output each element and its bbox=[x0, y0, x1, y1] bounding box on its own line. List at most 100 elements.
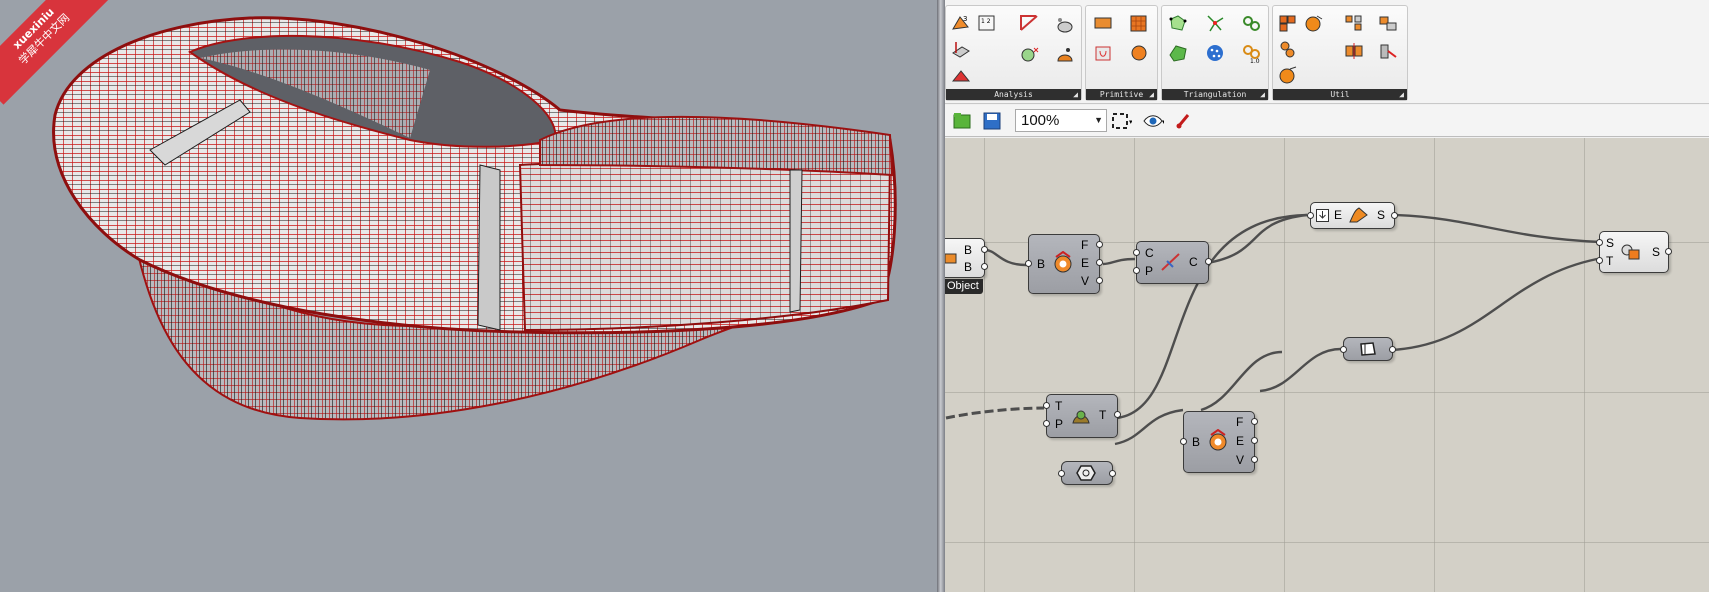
zoom-dropdown[interactable]: 100% ▼ bbox=[1015, 109, 1107, 132]
chain-icon[interactable] bbox=[1241, 12, 1263, 34]
output-grip[interactable] bbox=[1205, 258, 1212, 265]
output-grip[interactable] bbox=[1114, 411, 1121, 418]
input-port-b: B bbox=[1037, 257, 1046, 271]
point-cloud-icon[interactable] bbox=[1204, 42, 1226, 64]
split-surface-icon bbox=[1620, 242, 1644, 264]
angle-icon[interactable] bbox=[1018, 12, 1040, 34]
brep-param-component[interactable]: B B bbox=[945, 238, 988, 278]
orange-sphere-icon[interactable] bbox=[1303, 12, 1325, 34]
hull-icon[interactable] bbox=[1167, 42, 1189, 64]
input-grip[interactable] bbox=[1043, 402, 1050, 409]
output-grip[interactable] bbox=[1109, 470, 1116, 477]
output-grip[interactable] bbox=[981, 263, 988, 270]
svg-text:▾: ▾ bbox=[1162, 118, 1164, 126]
output-port-s: S bbox=[1377, 208, 1386, 222]
brep-icon bbox=[945, 251, 960, 267]
panel-label-analysis: Analysis ◢ bbox=[946, 89, 1081, 100]
split-component[interactable]: S T S bbox=[1596, 231, 1672, 273]
weld-icon[interactable] bbox=[1377, 12, 1399, 34]
input-grip[interactable] bbox=[1133, 267, 1140, 274]
panel-triangulation: 1.0 Triangulation ◢ bbox=[1161, 5, 1269, 101]
cylinder-mesh-icon[interactable] bbox=[1092, 42, 1114, 64]
input-grip[interactable] bbox=[1025, 260, 1032, 267]
output-port-v: V bbox=[1081, 274, 1090, 288]
chain-tolerance-icon[interactable]: 1.0 bbox=[1241, 42, 1263, 64]
output-grip[interactable] bbox=[1096, 241, 1103, 248]
rhino-viewport[interactable]: xuexiniu 学犀牛中文网 bbox=[0, 0, 937, 592]
sketch-brush-icon[interactable] bbox=[1173, 110, 1195, 132]
hexagon-icon bbox=[1076, 465, 1098, 483]
extend-component[interactable]: E S bbox=[1307, 202, 1398, 229]
input-grip[interactable] bbox=[1596, 257, 1603, 264]
panel-label-triangulation: Triangulation ◢ bbox=[1162, 89, 1268, 100]
output-grip[interactable] bbox=[1096, 277, 1103, 284]
app-window: xuexiniu 学犀牛中文网 3 1 2 Analysis ◢ Primiti… bbox=[0, 0, 1709, 592]
zoom-value: 100% bbox=[1021, 112, 1060, 129]
input-port-t: T bbox=[1055, 399, 1063, 413]
unweld-icon[interactable] bbox=[1377, 40, 1399, 62]
output-grip[interactable] bbox=[1251, 437, 1258, 444]
delaunay-points-icon[interactable] bbox=[1167, 12, 1189, 34]
import-icon bbox=[1316, 209, 1330, 223]
svg-text:1.0: 1.0 bbox=[1250, 58, 1260, 63]
zoom-extents-icon[interactable]: ▾ bbox=[1110, 110, 1132, 132]
panel-splitter[interactable] bbox=[937, 0, 945, 592]
deconstruct-brep-component-1[interactable]: B F E V bbox=[1025, 234, 1103, 294]
sphere-mesh-icon[interactable] bbox=[1128, 42, 1150, 64]
save-file-icon[interactable] bbox=[981, 110, 1003, 132]
input-port-p: P bbox=[1145, 264, 1154, 278]
input-grip[interactable] bbox=[1133, 249, 1140, 256]
panel-analysis: 3 1 2 Analysis ◢ bbox=[945, 5, 1082, 101]
orange-solid-icon[interactable] bbox=[1054, 44, 1076, 66]
input-port-b: B bbox=[1192, 435, 1201, 449]
output-port-f: F bbox=[1081, 238, 1089, 252]
deconstruct-brep-component-2[interactable]: B F E V bbox=[1180, 411, 1258, 473]
grasshopper-window: 3 1 2 Analysis ◢ Primitive ◢ 1.0 Triangu… bbox=[945, 0, 1709, 592]
output-port-e: E bbox=[1236, 434, 1245, 448]
output-grip[interactable] bbox=[1389, 346, 1396, 353]
explode-icon[interactable] bbox=[1343, 12, 1365, 34]
chevron-down-icon: ▼ bbox=[1094, 115, 1103, 125]
input-grip[interactable] bbox=[1596, 239, 1603, 246]
input-grip[interactable] bbox=[1058, 470, 1065, 477]
split-blob-icon[interactable] bbox=[1277, 38, 1299, 60]
deconstruct-brep-icon bbox=[1051, 251, 1077, 277]
input-grip[interactable] bbox=[1340, 346, 1347, 353]
output-grip[interactable] bbox=[1251, 418, 1258, 425]
output-grip[interactable] bbox=[1391, 212, 1398, 219]
sphere-arrow-icon[interactable] bbox=[1277, 64, 1299, 86]
input-port-c: C bbox=[1145, 246, 1154, 260]
input-grip[interactable] bbox=[1307, 212, 1314, 219]
geometry-param-component[interactable] bbox=[1058, 461, 1116, 485]
join-icon[interactable] bbox=[1343, 40, 1365, 62]
svg-text:1 2: 1 2 bbox=[981, 18, 991, 25]
brep-out-port-2: B bbox=[964, 260, 973, 274]
delaunay-icon[interactable]: 3 bbox=[950, 12, 972, 34]
output-grip[interactable] bbox=[981, 246, 988, 253]
tp-component[interactable]: T P T bbox=[1043, 394, 1121, 438]
numbered-box-icon[interactable]: 1 2 bbox=[976, 12, 998, 34]
list-item-component[interactable] bbox=[1340, 337, 1396, 361]
deconstruct-brep-icon bbox=[1206, 429, 1232, 455]
curve-cp-component[interactable]: C P C bbox=[1133, 241, 1212, 284]
mouse-icon[interactable] bbox=[1054, 14, 1076, 36]
voronoi-icon[interactable] bbox=[1204, 12, 1226, 34]
node-canvas[interactable]: B B Object B F E V C P C E S S T S T P T… bbox=[945, 138, 1709, 592]
plane-icon[interactable] bbox=[950, 64, 972, 86]
point-delete-icon[interactable] bbox=[1018, 44, 1040, 66]
rectangle-mesh-icon[interactable] bbox=[1092, 12, 1114, 34]
open-file-icon[interactable] bbox=[951, 110, 973, 132]
mesh-model bbox=[52, 16, 897, 421]
preview-eye-icon[interactable]: ▾ bbox=[1142, 110, 1164, 132]
output-grip[interactable] bbox=[1096, 259, 1103, 266]
output-port-v: V bbox=[1236, 453, 1245, 467]
input-grip[interactable] bbox=[1043, 420, 1050, 427]
output-grip[interactable] bbox=[1665, 248, 1672, 255]
input-grip[interactable] bbox=[1180, 438, 1187, 445]
box-corner-icon[interactable] bbox=[950, 38, 972, 60]
svg-text:▾: ▾ bbox=[1129, 118, 1132, 126]
trim-icon bbox=[1069, 405, 1095, 429]
mesh-blocks-icon[interactable] bbox=[1277, 12, 1299, 34]
grid-plane-icon[interactable] bbox=[1128, 12, 1150, 34]
output-grip[interactable] bbox=[1251, 456, 1258, 463]
